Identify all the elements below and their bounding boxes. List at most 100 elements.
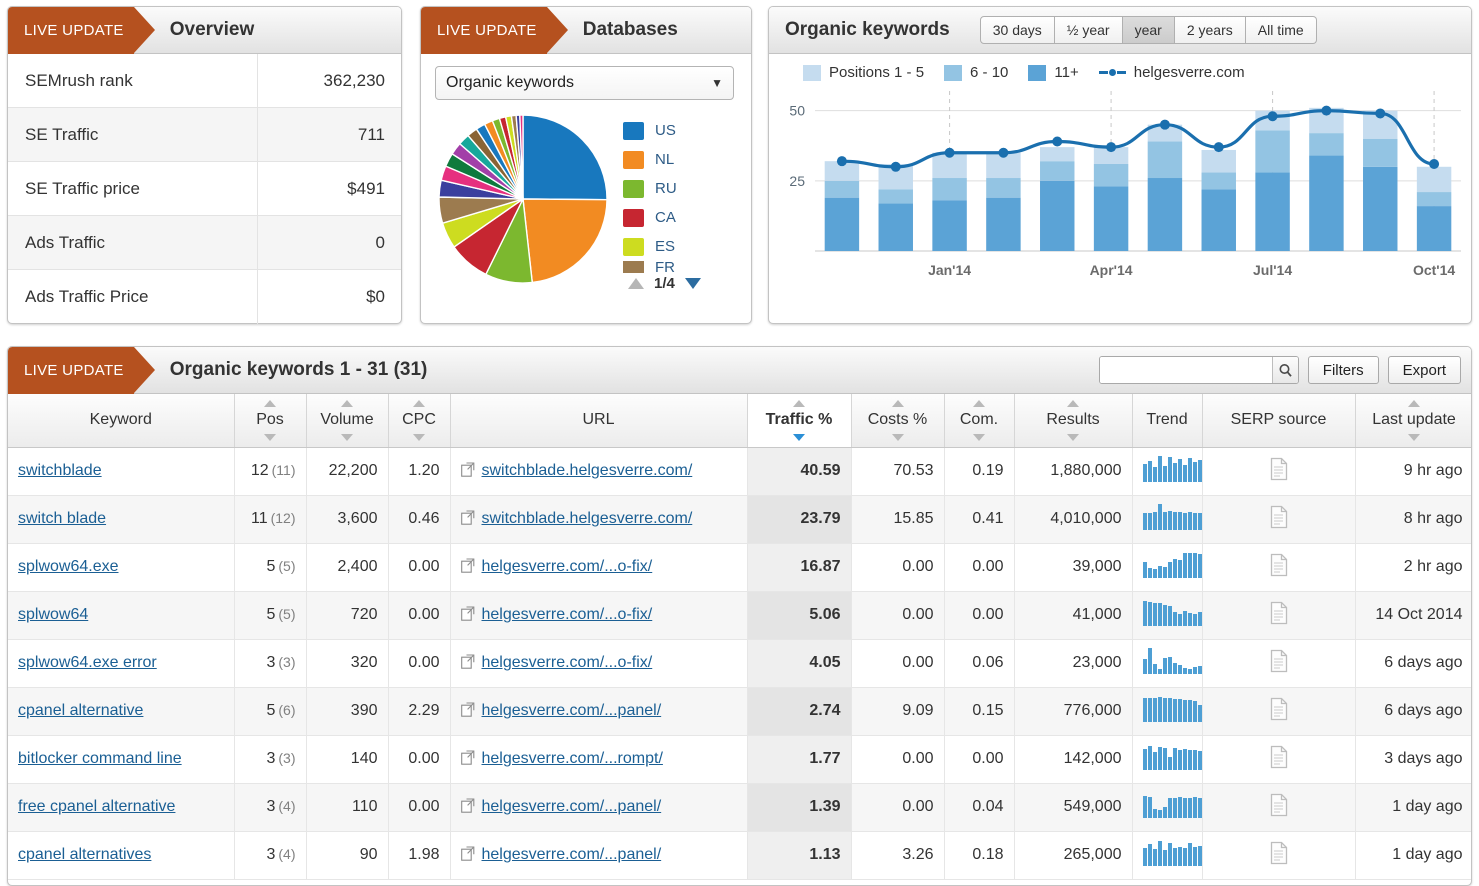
cell-serp-source[interactable] (1202, 447, 1356, 496)
sort-asc-icon[interactable] (748, 400, 851, 407)
column-header-cpc[interactable]: CPC (388, 394, 451, 448)
legend-item[interactable]: CA (623, 203, 706, 232)
column-header-pos[interactable]: Pos (234, 394, 307, 448)
pager-down-icon[interactable] (684, 278, 701, 289)
trend-point[interactable] (1375, 108, 1386, 119)
url-link[interactable]: switchblade.helgesverre.com/ (482, 462, 693, 479)
cell-serp-source[interactable] (1202, 495, 1356, 544)
bar-segment[interactable] (1363, 138, 1398, 167)
bar-segment[interactable] (932, 200, 967, 251)
bar-segment[interactable] (1309, 155, 1344, 251)
column-header-url[interactable]: URL (450, 394, 748, 448)
sort-asc-icon[interactable] (307, 400, 388, 407)
bar-segment[interactable] (986, 197, 1021, 251)
trend-point[interactable] (1052, 136, 1063, 147)
range-all-time[interactable]: All time (1245, 16, 1317, 44)
url-link[interactable]: helgesverre.com/...o-fix/ (482, 558, 653, 575)
sort-desc-icon[interactable] (235, 433, 306, 441)
trend-point[interactable] (836, 156, 847, 167)
legend-item[interactable]: NL (623, 145, 706, 174)
range-2-years[interactable]: 2 years (1174, 16, 1246, 44)
sort-desc-icon[interactable] (389, 433, 450, 441)
cell-serp-source[interactable] (1202, 639, 1356, 688)
bar-segment[interactable] (1040, 180, 1075, 251)
sort-asc-icon[interactable] (852, 400, 944, 407)
bar-segment[interactable] (878, 189, 913, 204)
url-link[interactable]: helgesverre.com/...panel/ (482, 702, 662, 719)
sort-desc-icon[interactable] (852, 433, 944, 441)
column-header-serp-source[interactable]: SERP source (1202, 394, 1356, 448)
bar-segment[interactable] (1093, 186, 1129, 251)
legend-item[interactable]: US (623, 116, 706, 145)
trend-point[interactable] (890, 161, 901, 172)
keyword-link[interactable]: cpanel alternative (18, 702, 143, 719)
url-link[interactable]: helgesverre.com/...o-fix/ (482, 606, 653, 623)
range-30-days[interactable]: 30 days (979, 16, 1055, 44)
table-row[interactable]: splwow64 5 (5) 720 0.00 helgesverre.com/.… (8, 591, 1471, 640)
trend-point[interactable] (1106, 142, 1117, 153)
sort-asc-icon[interactable] (945, 400, 1014, 407)
cell-trend[interactable] (1132, 639, 1203, 688)
cell-serp-source[interactable] (1202, 687, 1356, 736)
column-header-traffic[interactable]: Traffic % (747, 394, 852, 448)
cell-trend[interactable] (1132, 735, 1203, 784)
table-row[interactable]: switch blade 11 (12) 3,600 0.46 switchbla… (8, 495, 1471, 544)
bar-segment[interactable] (986, 178, 1021, 198)
bar-segment[interactable] (1040, 161, 1075, 181)
bar-segment[interactable] (878, 203, 913, 251)
export-button[interactable]: Export (1387, 356, 1461, 384)
cell-serp-source[interactable] (1202, 543, 1356, 592)
sort-desc-icon[interactable] (748, 433, 851, 441)
pie-slice[interactable] (522, 114, 608, 201)
cell-serp-source[interactable] (1202, 591, 1356, 640)
keyword-link[interactable]: splwow64.exe error (18, 654, 157, 671)
bar-segment[interactable] (1201, 172, 1236, 190)
cell-trend[interactable] (1132, 447, 1203, 496)
bar-segment[interactable] (1255, 172, 1290, 251)
sort-desc-icon[interactable] (945, 433, 1014, 441)
keyword-link[interactable]: splwow64.exe (18, 558, 119, 575)
column-header-costs[interactable]: Costs % (851, 394, 945, 448)
sort-asc-icon[interactable] (235, 400, 306, 407)
bar-segment[interactable] (1309, 133, 1344, 156)
bar-segment[interactable] (1147, 141, 1183, 179)
cell-trend[interactable] (1132, 591, 1203, 640)
sort-asc-icon[interactable] (1015, 400, 1132, 407)
table-row[interactable]: bitlocker command line 3 (3) 140 0.00 hel… (8, 735, 1471, 784)
bar-segment[interactable] (1201, 189, 1236, 251)
filters-button[interactable]: Filters (1307, 356, 1379, 384)
search-input[interactable] (1099, 357, 1272, 383)
url-link[interactable]: switchblade.helgesverre.com/ (482, 510, 693, 527)
range-year[interactable]: year (1122, 16, 1175, 44)
bar-segment[interactable] (1363, 166, 1398, 251)
bar-segment[interactable] (1147, 178, 1183, 251)
trend-point[interactable] (1429, 158, 1440, 169)
pie-slice[interactable] (522, 198, 608, 284)
bar-segment[interactable] (824, 180, 860, 198)
keyword-link[interactable]: bitlocker command line (18, 750, 182, 767)
bar-segment[interactable] (1093, 163, 1129, 187)
url-link[interactable]: helgesverre.com/...panel/ (482, 798, 662, 815)
table-row[interactable]: cpanel alternative 5 (6) 390 2.29 helgesv… (8, 687, 1471, 736)
keyword-link[interactable]: cpanel alternatives (18, 846, 151, 863)
table-row[interactable]: splwow64.exe 5 (5) 2,400 0.00 helgesverre… (8, 543, 1471, 592)
sort-desc-icon[interactable] (1015, 433, 1132, 441)
keyword-link[interactable]: switch blade (18, 510, 106, 527)
bar-segment[interactable] (1201, 149, 1236, 173)
legend-item[interactable]: FR (623, 261, 706, 273)
cell-trend[interactable] (1132, 831, 1203, 880)
cell-serp-source[interactable] (1202, 831, 1356, 880)
url-link[interactable]: helgesverre.com/...o-fix/ (482, 654, 653, 671)
bar-segment[interactable] (1416, 166, 1452, 193)
trend-point[interactable] (998, 147, 1009, 158)
url-link[interactable]: helgesverre.com/...rompt/ (482, 750, 663, 767)
search-button[interactable] (1271, 357, 1298, 383)
cell-serp-source[interactable] (1202, 783, 1356, 832)
bar-segment[interactable] (1416, 192, 1452, 207)
column-header-volume[interactable]: Volume (306, 394, 389, 448)
column-header-last-update[interactable]: Last update (1355, 394, 1472, 448)
cell-trend[interactable] (1132, 543, 1203, 592)
column-header-keyword[interactable]: Keyword (8, 394, 235, 448)
sort-desc-icon[interactable] (1356, 433, 1472, 441)
trend-point[interactable] (1159, 119, 1170, 130)
